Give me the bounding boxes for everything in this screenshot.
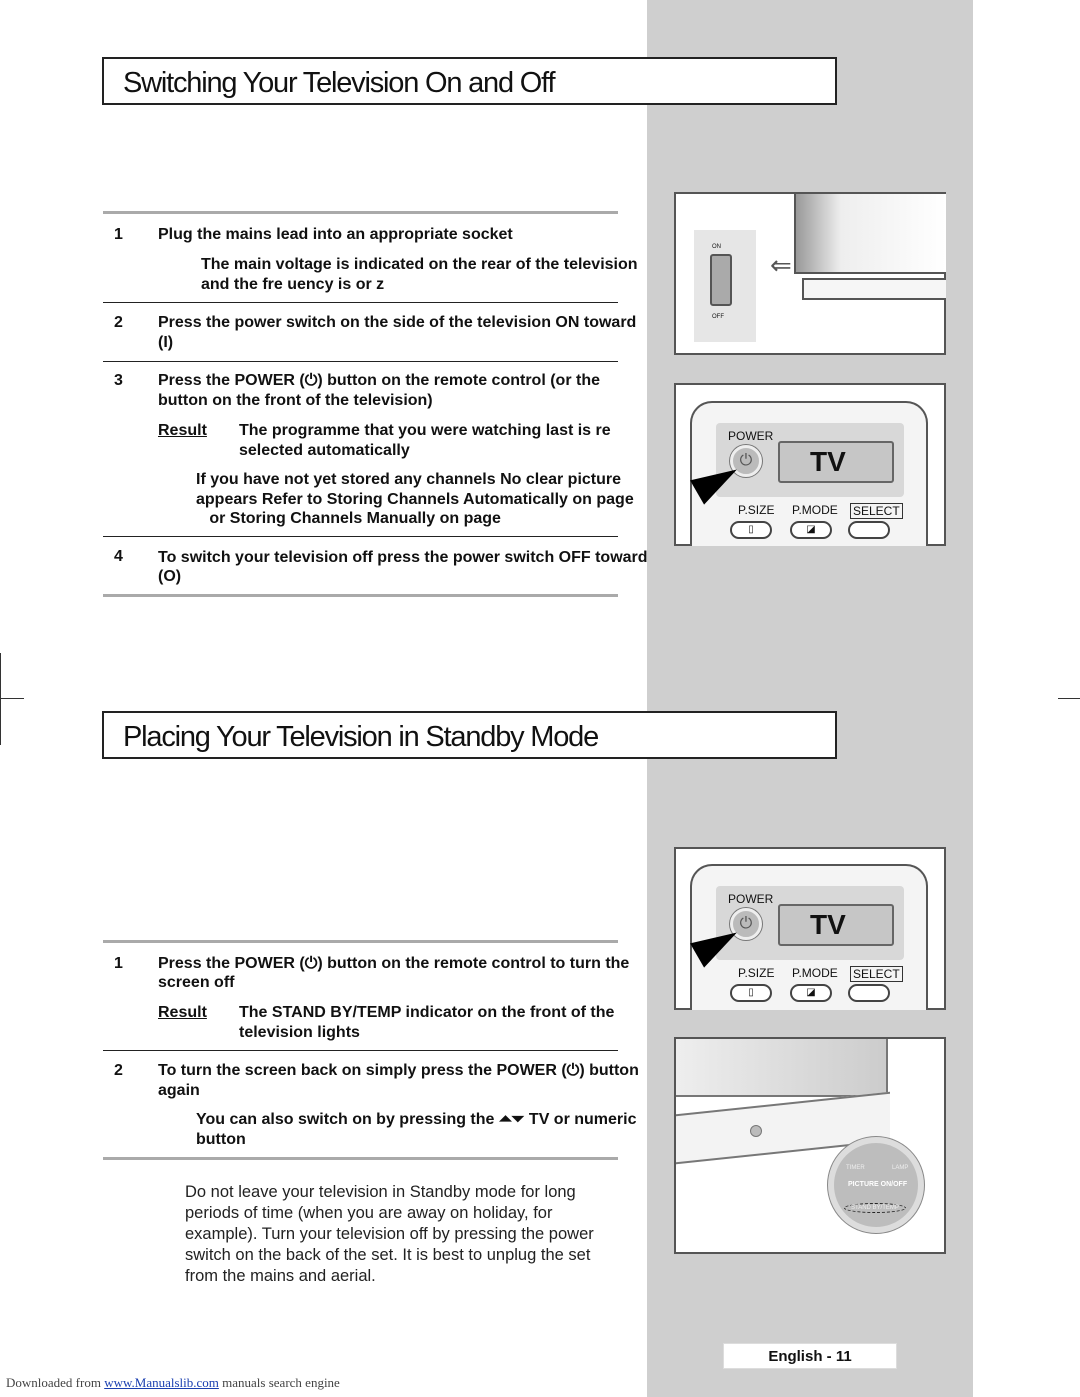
step-text: Press the POWER (⏻) button on the remote… bbox=[158, 955, 630, 972]
divider bbox=[103, 1157, 618, 1160]
pmode-label: P.MODE bbox=[792, 966, 838, 980]
power-switch-illustration: ON OFF ⇐ bbox=[674, 192, 946, 355]
step-number: 2 bbox=[114, 1062, 123, 1079]
switch-off-label: OFF bbox=[712, 314, 724, 320]
step-text: Press the POWER (⏻) button on the remote… bbox=[158, 372, 600, 389]
remote-control: POWER ⏻ TV P.SIZE P.MODE SELECT ▯ ◪ bbox=[690, 401, 928, 546]
result-text: selected automatically bbox=[239, 442, 410, 459]
crop-mark bbox=[1058, 698, 1080, 699]
standby-label: STAND BY/TEMP bbox=[844, 1203, 906, 1213]
crop-mark bbox=[0, 698, 24, 699]
remote-panel: POWER ⏻ TV bbox=[716, 886, 904, 960]
result-label: Result bbox=[158, 1004, 207, 1021]
step-text: Press the power switch on the side of th… bbox=[158, 314, 637, 331]
divider bbox=[103, 536, 618, 537]
arrow-icon: ⇐ bbox=[770, 250, 792, 280]
display-text: TV bbox=[810, 909, 846, 940]
select-button bbox=[848, 984, 890, 1002]
tv-screen bbox=[676, 1039, 888, 1097]
crop-mark bbox=[0, 653, 1, 745]
psize-label: P.SIZE bbox=[738, 503, 775, 517]
footer-prefix: Downloaded from bbox=[6, 1375, 105, 1390]
step-note: button bbox=[196, 1131, 246, 1148]
divider bbox=[103, 1050, 618, 1051]
standby-note: Do not leave your television in Standby … bbox=[185, 1183, 594, 1285]
rocker-switch bbox=[710, 254, 732, 306]
step-number: 1 bbox=[114, 226, 123, 243]
indicator-closeup: TIMER LAMP PICTURE ON/OFF STAND BY/TEMP bbox=[828, 1137, 924, 1233]
step-note: or Storing Channels Manually on page bbox=[196, 510, 501, 527]
divider bbox=[103, 361, 618, 362]
pmode-label: P.MODE bbox=[792, 503, 838, 517]
picture-label: PICTURE ON/OFF bbox=[848, 1181, 908, 1188]
footer: Downloaded from www.Manualslib.com manua… bbox=[6, 1375, 340, 1391]
remote-display: TV bbox=[778, 441, 894, 483]
step-number: 2 bbox=[114, 314, 123, 331]
remote-display: TV bbox=[778, 904, 894, 946]
step-number: 1 bbox=[114, 955, 123, 972]
psize-button: ▯ bbox=[730, 521, 772, 539]
step-text: To switch your television off press the … bbox=[158, 549, 648, 566]
lamp-label: LAMP bbox=[892, 1165, 909, 1171]
step-text: Plug the mains lead into an appropriate … bbox=[158, 226, 513, 243]
step-number: 4 bbox=[114, 548, 123, 565]
page-number: English - 11 bbox=[723, 1343, 897, 1369]
pmode-button: ◪ bbox=[790, 984, 832, 1002]
psize-label: P.SIZE bbox=[738, 966, 775, 980]
step-note: If you have not yet stored any channels … bbox=[196, 471, 622, 488]
standby-indicator bbox=[750, 1125, 762, 1137]
psize-button: ▯ bbox=[730, 984, 772, 1002]
divider bbox=[103, 211, 618, 214]
manualslib-link[interactable]: www.Manualslib.com bbox=[104, 1375, 219, 1390]
select-label: SELECT bbox=[850, 503, 903, 519]
result-text: The programme that you were watching las… bbox=[239, 422, 611, 439]
section-title: Switching Your Television On and Off bbox=[102, 57, 837, 105]
step-text: button on the front of the television) bbox=[158, 392, 433, 409]
power-label: POWER bbox=[728, 892, 774, 906]
timer-label: TIMER bbox=[846, 1165, 865, 1171]
step-note: You can also switch on by pressing the ⏶… bbox=[196, 1111, 637, 1128]
step-text: To turn the screen back on simply press … bbox=[158, 1062, 639, 1079]
step-text: (O) bbox=[158, 568, 182, 585]
step-note: The main voltage is indicated on the rea… bbox=[201, 256, 638, 273]
select-label: SELECT bbox=[850, 966, 903, 982]
switch-panel: ON OFF bbox=[694, 230, 756, 342]
step-note: appears Refer to Storing Channels Automa… bbox=[196, 491, 634, 508]
remote-panel: POWER ⏻ TV bbox=[716, 423, 904, 497]
step-number: 3 bbox=[114, 372, 123, 389]
remote-control: POWER ⏻ TV P.SIZE P.MODE SELECT ▯ ◪ bbox=[690, 864, 928, 1010]
pmode-button: ◪ bbox=[790, 521, 832, 539]
footer-suffix: manuals search engine bbox=[218, 1375, 340, 1390]
switch-on-label: ON bbox=[712, 244, 721, 250]
tv-side bbox=[794, 194, 946, 274]
divider bbox=[103, 940, 618, 943]
section-title: Placing Your Television in Standby Mode bbox=[102, 711, 837, 759]
result-label: Result bbox=[158, 422, 207, 439]
tv-base bbox=[802, 278, 946, 300]
step-text: again bbox=[158, 1082, 200, 1099]
select-button bbox=[848, 521, 890, 539]
result-text: The STAND BY/TEMP indicator on the front… bbox=[239, 1004, 615, 1021]
divider bbox=[103, 594, 618, 597]
display-text: TV bbox=[810, 446, 846, 477]
tv-front-illustration: TIMER LAMP PICTURE ON/OFF STAND BY/TEMP bbox=[674, 1037, 946, 1254]
divider bbox=[103, 302, 618, 303]
step-text: screen off bbox=[158, 974, 235, 991]
step-note: and the fre uency is or z bbox=[201, 276, 385, 293]
power-label: POWER bbox=[728, 429, 774, 443]
step-text: (I) bbox=[158, 334, 174, 351]
result-text: television lights bbox=[239, 1024, 360, 1041]
